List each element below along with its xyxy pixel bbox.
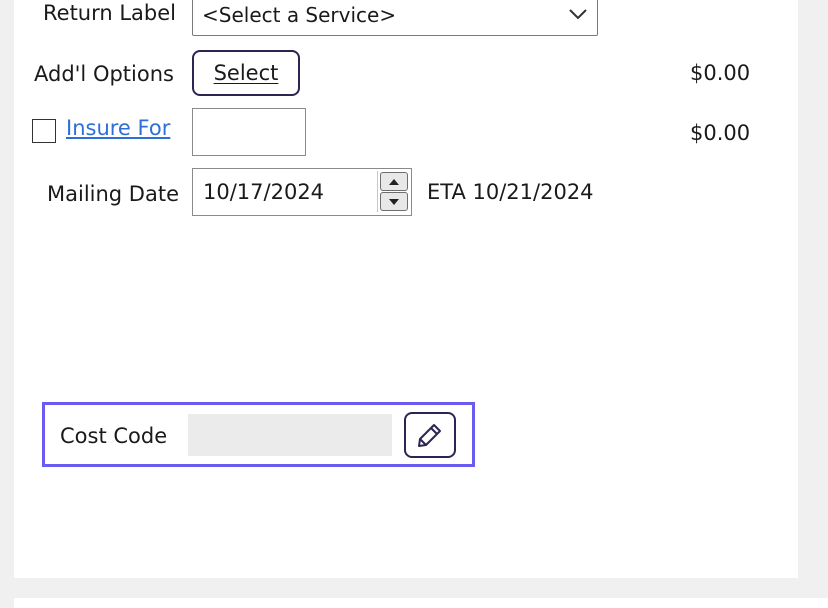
return-label-select[interactable]: <Select a Service> <box>192 0 598 36</box>
addl-options-price: $0.00 <box>690 61 751 85</box>
return-label-selected-value: <Select a Service> <box>202 3 397 27</box>
return-label-label: Return Label <box>43 1 177 25</box>
bottom-panel-edge <box>14 598 828 608</box>
addl-options-label: Add'l Options <box>34 62 174 86</box>
shipping-options-panel <box>14 0 798 578</box>
eta-text: ETA 10/21/2024 <box>427 180 594 204</box>
caret-down-icon <box>389 198 399 205</box>
mailing-date-label: Mailing Date <box>47 182 179 206</box>
insure-price: $0.00 <box>690 121 751 145</box>
insure-for-link[interactable]: Insure For <box>66 116 170 140</box>
mailing-date-field[interactable]: 10/17/2024 <box>192 168 412 216</box>
insure-amount-input[interactable] <box>192 108 306 156</box>
cost-code-label: Cost Code <box>60 424 168 448</box>
caret-up-icon <box>389 178 399 185</box>
pencil-icon <box>418 424 441 447</box>
date-increment-button[interactable] <box>380 172 408 191</box>
cost-code-edit-button[interactable] <box>404 412 456 458</box>
cost-code-field[interactable] <box>188 414 392 456</box>
addl-options-select-button[interactable]: Select <box>192 50 300 96</box>
date-decrement-button[interactable] <box>380 192 408 211</box>
mailing-date-value: 10/17/2024 <box>203 180 325 204</box>
insure-checkbox[interactable] <box>32 119 56 143</box>
select-button-label: Select <box>213 61 279 85</box>
date-spinner <box>377 171 409 212</box>
chevron-down-icon <box>569 9 587 20</box>
